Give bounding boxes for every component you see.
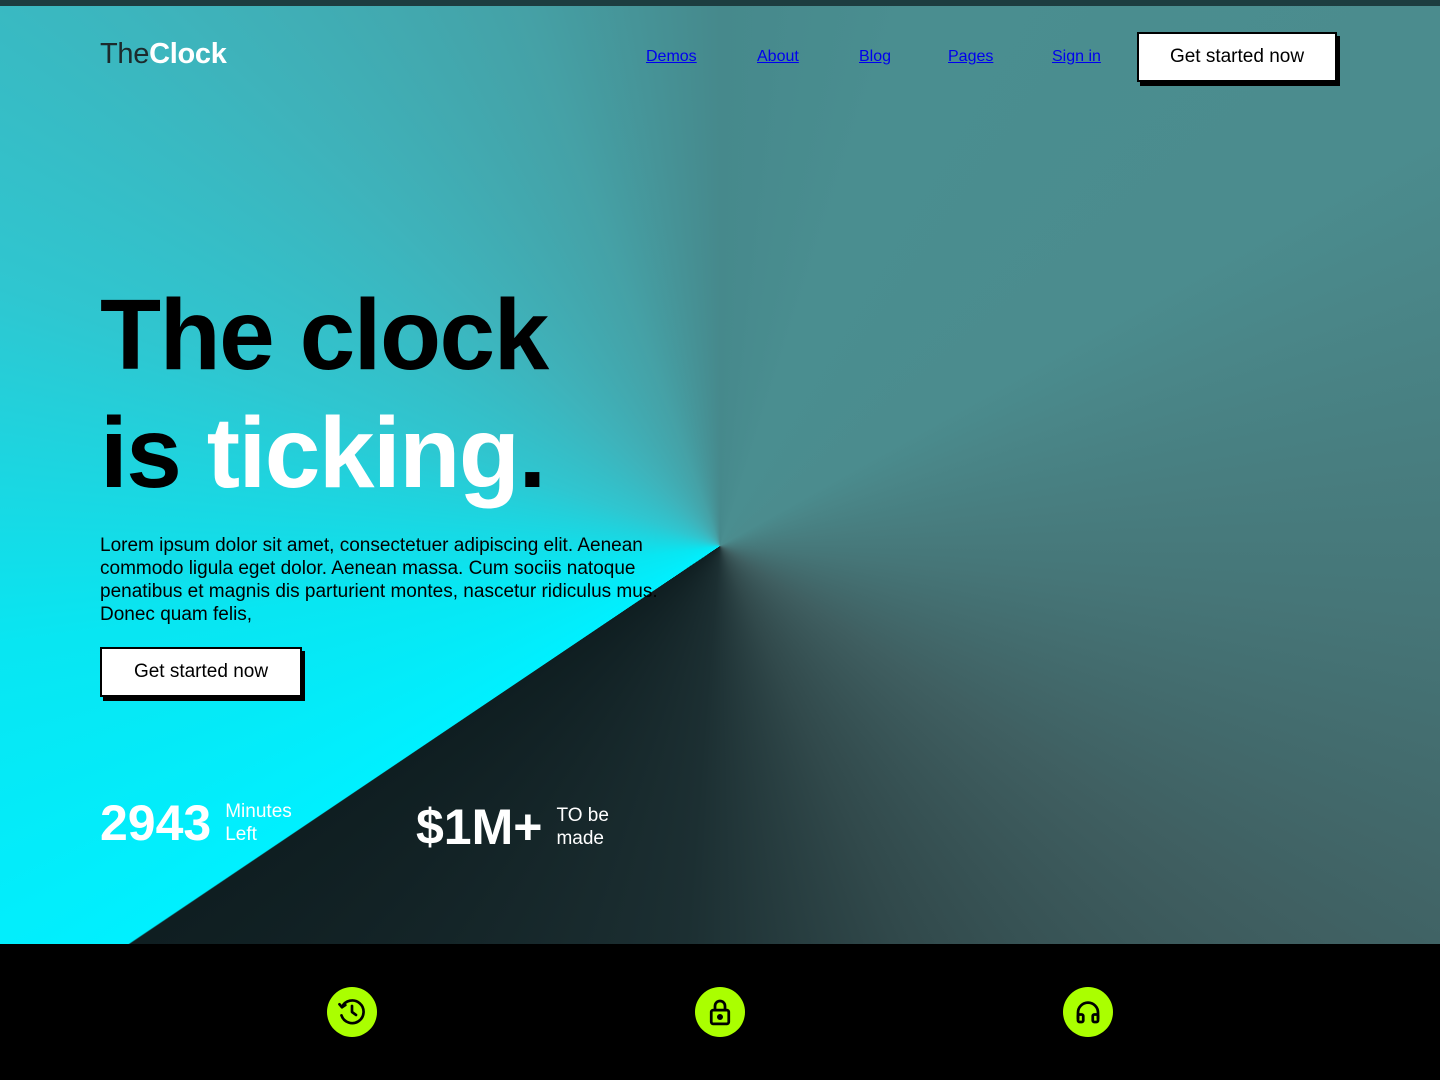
stat-value: $1M+ [416,799,543,855]
nav-link-blog[interactable]: Blog [859,48,891,66]
lock-icon[interactable] [695,987,745,1037]
brand-logo[interactable]: TheClock [100,38,227,71]
stat-value: 2943 [100,795,212,851]
stat-label-line-1: Minutes [225,801,292,822]
hero-get-started-button[interactable]: Get started now [100,647,302,697]
hero-section: TheClock Demos About Blog Pages Sign in … [0,6,1440,944]
stat-label: Minutes Left [225,800,315,846]
feature-footer [0,944,1440,1080]
stat-money-to-be-made: $1M+ TO be made [416,802,646,852]
stat-label-line-2: Left [225,824,257,845]
stat-label: TO be made [556,804,646,850]
hero-headline: The clock is ticking. [100,276,549,512]
headline-line-2-prefix: is [100,397,207,509]
brand-logo-the: The [100,38,150,70]
brand-logo-clock: Clock [149,38,227,70]
headline-line-1: The clock [100,279,549,391]
clock-icon[interactable] [327,987,377,1037]
nav-link-demos[interactable]: Demos [646,48,697,66]
nav-link-about[interactable]: About [757,48,799,66]
nav-link-sign-in[interactable]: Sign in [1052,48,1101,66]
stat-minutes-left: 2943 Minutes Left [100,798,315,848]
stat-label-line-1: TO be [556,805,609,826]
headphones-icon[interactable] [1063,987,1113,1037]
nav-link-pages[interactable]: Pages [948,48,993,66]
nav-get-started-button[interactable]: Get started now [1137,32,1337,82]
stat-label-line-2: made [556,828,604,849]
hero-paragraph: Lorem ipsum dolor sit amet, consectetuer… [100,535,658,625]
headline-line-2-suffix: . [518,397,546,509]
headline-highlight-word: ticking [206,397,520,509]
